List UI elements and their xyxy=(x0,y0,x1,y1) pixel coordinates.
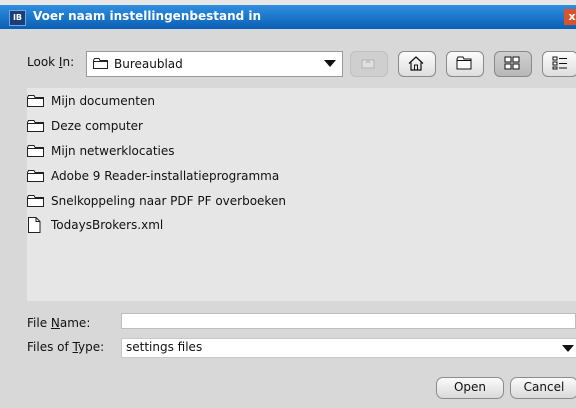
new-folder-icon xyxy=(456,56,472,70)
look-in-combo[interactable]: Bureaublad xyxy=(86,51,343,77)
home-button[interactable] xyxy=(398,51,436,77)
file-type-value: settings files xyxy=(126,340,203,354)
file-icon xyxy=(28,217,41,233)
file-name: TodaysBrokers.xml xyxy=(51,218,164,232)
details-view-icon xyxy=(552,56,567,70)
chevron-down-icon xyxy=(324,60,336,67)
folder-icon xyxy=(27,120,44,132)
list-view-button[interactable] xyxy=(494,51,532,77)
file-name: Adobe 9 Reader-installatieprogramma xyxy=(51,169,280,183)
up-one-level-button[interactable] xyxy=(350,51,388,77)
look-in-value: Bureaublad xyxy=(114,57,183,71)
window-title: Voer naam instellingenbestand in xyxy=(33,9,262,23)
close-icon: x xyxy=(568,10,576,23)
file-name-label: File Name: xyxy=(27,316,91,330)
home-icon xyxy=(408,56,424,71)
look-in-label: Look In: xyxy=(27,55,75,69)
file-name-input[interactable] xyxy=(121,313,576,329)
file-list[interactable]: Mijn documenten Deze computer Mijn netwe… xyxy=(27,88,576,301)
up-folder-icon xyxy=(361,59,375,69)
app-icon: IB xyxy=(9,10,26,26)
file-name: Mijn documenten xyxy=(51,94,155,108)
list-view-icon xyxy=(504,56,520,70)
folder-icon xyxy=(27,145,44,157)
folder-icon xyxy=(27,170,44,182)
file-type-label: Files of Type: xyxy=(27,340,105,354)
details-view-button[interactable] xyxy=(542,51,576,77)
file-name: Mijn netwerklocaties xyxy=(51,144,175,158)
folder-icon xyxy=(27,95,44,107)
cancel-button[interactable]: Cancel xyxy=(510,377,576,399)
folder-icon xyxy=(93,58,108,69)
file-type-select[interactable]: settings files xyxy=(121,338,576,358)
title-bar: IB Voer naam instellingenbestand in x xyxy=(0,5,576,29)
new-folder-button[interactable] xyxy=(446,51,484,77)
file-name: Deze computer xyxy=(51,119,143,133)
folder-icon xyxy=(27,195,44,207)
file-name: Snelkoppeling naar PDF PF overboeken xyxy=(51,194,286,208)
close-button[interactable]: x xyxy=(564,9,576,25)
open-button[interactable]: Open xyxy=(436,377,504,399)
chevron-down-icon xyxy=(562,345,574,352)
